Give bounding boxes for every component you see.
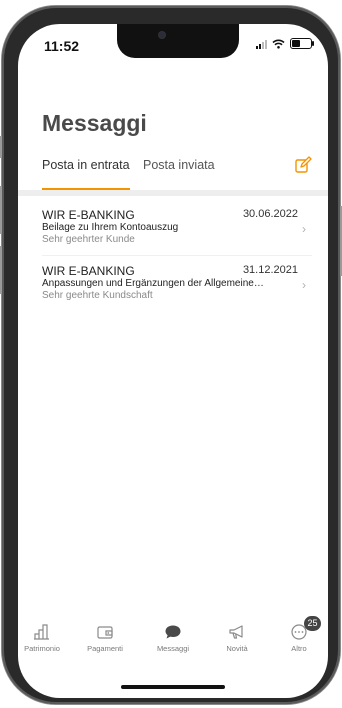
message-preview: Sehr geehrte Kundschaft (42, 290, 153, 301)
notch (117, 24, 239, 58)
signal-icon (256, 39, 267, 49)
bottom-tab-bar: Patrimonio Pagamenti Messaggi Novità 25 … (18, 616, 328, 668)
message-preview: Sehr geehrter Kunde (42, 234, 135, 245)
tabbar-label: Novità (226, 644, 248, 653)
tab-sent[interactable]: Posta inviata (143, 158, 215, 172)
wifi-icon (272, 39, 285, 49)
tabbar-item-novita[interactable]: Novità (206, 624, 268, 653)
volume-down-button (0, 246, 2, 294)
message-date: 30.06.2022 (242, 208, 298, 220)
page-title: Messaggi (42, 110, 147, 136)
row-divider (42, 255, 312, 256)
volume-up-button (0, 186, 2, 234)
message-item[interactable]: WIR E-BANKING 30.06.2022 Beilage zu Ihre… (18, 208, 328, 262)
tabbar-label: Messaggi (156, 644, 190, 653)
tabbar-item-patrimonio[interactable]: Patrimonio (18, 624, 73, 653)
megaphone-icon (229, 625, 243, 639)
phone-frame: 11:52 Messaggi Posta in entrata Posta in… (0, 6, 342, 704)
chat-bubble-icon (165, 625, 181, 639)
tab-bar: Posta in entrata Posta inviata (42, 156, 312, 190)
tabbar-label: Patrimonio (24, 644, 60, 653)
chevron-right-icon: › (302, 278, 306, 292)
compose-icon[interactable] (294, 156, 312, 174)
message-sender: WIR E-BANKING (42, 264, 135, 278)
tabbar-item-altro[interactable]: 25 Altro (268, 616, 328, 653)
chevron-right-icon: › (302, 222, 306, 236)
status-icons (256, 38, 314, 49)
wallet-icon (97, 626, 113, 639)
mute-switch (0, 136, 2, 158)
status-time: 11:52 (44, 38, 80, 54)
tabbar-label: Pagamenti (87, 644, 123, 653)
message-date: 31.12.2021 (242, 264, 298, 276)
message-subject: Beilage zu Ihrem Kontoauszug (42, 222, 179, 233)
screen: 11:52 Messaggi Posta in entrata Posta in… (18, 24, 328, 698)
tabbar-item-messaggi[interactable]: Messaggi (142, 624, 204, 653)
bar-chart-icon (34, 624, 49, 640)
tabbar-label: Altro (291, 644, 307, 653)
notification-badge: 25 (304, 616, 321, 631)
tabbar-item-pagamenti[interactable]: Pagamenti (74, 624, 136, 653)
message-sender: WIR E-BANKING (42, 208, 135, 222)
message-subject: Anpassungen und Ergänzungen der Allgemei… (42, 278, 264, 289)
message-item[interactable]: WIR E-BANKING 31.12.2021 Anpassungen und… (18, 264, 328, 318)
section-divider (18, 190, 328, 196)
home-indicator[interactable] (121, 685, 225, 689)
tab-inbox[interactable]: Posta in entrata (42, 158, 130, 172)
battery-icon (290, 38, 314, 49)
camera (159, 32, 165, 38)
